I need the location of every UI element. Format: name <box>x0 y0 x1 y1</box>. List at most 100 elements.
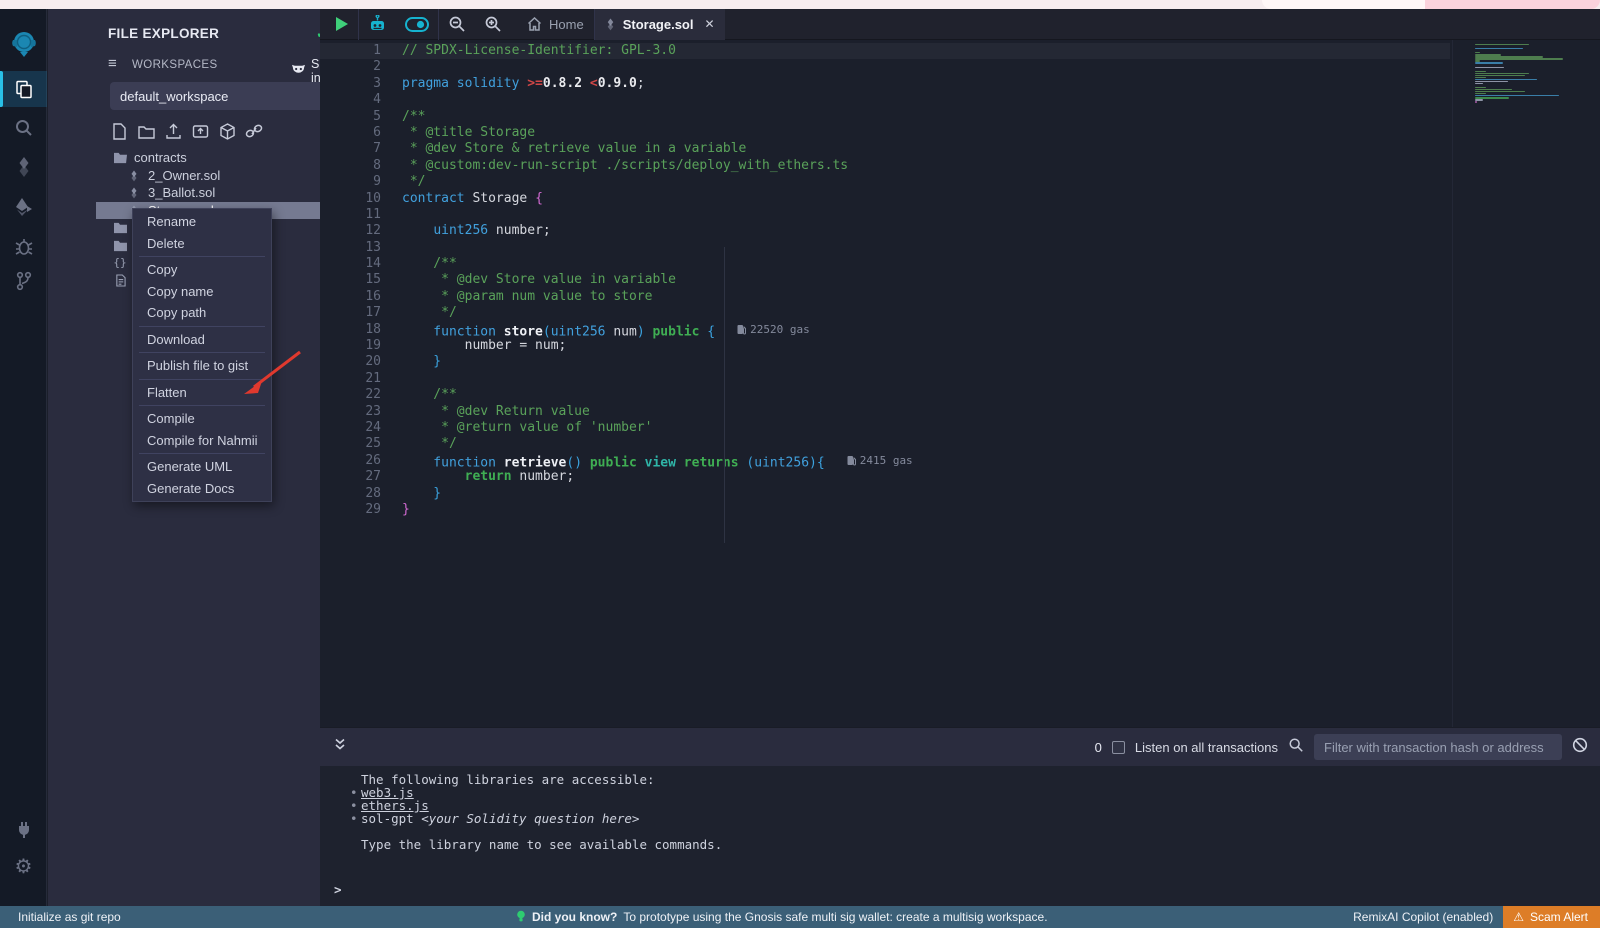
folder-icon <box>112 238 128 252</box>
line-number: 6 <box>320 125 381 141</box>
file-explorer-icon[interactable] <box>0 72 47 106</box>
transaction-filter-input[interactable] <box>1314 734 1562 760</box>
new-folder-icon[interactable] <box>137 121 155 141</box>
git-icon[interactable] <box>0 264 47 298</box>
copilot-toggle-icon[interactable] <box>396 9 438 40</box>
menu-item-delete[interactable]: Delete <box>133 233 271 255</box>
code-line-22: 22 /** <box>320 387 1600 403</box>
line-number: 7 <box>320 141 381 157</box>
new-file-icon[interactable] <box>110 121 128 141</box>
terminal-link-line[interactable]: •web3.js <box>320 786 1600 799</box>
file-icon <box>112 273 128 287</box>
terminal-output[interactable]: The following libraries are accessible:•… <box>320 766 1600 906</box>
home-icon <box>527 17 542 31</box>
file-explorer-toolbar <box>110 121 263 141</box>
ai-assistant-icon[interactable] <box>359 9 396 40</box>
remix-logo-icon[interactable] <box>0 27 47 61</box>
menu-separator <box>139 405 265 406</box>
line-number: 9 <box>320 174 381 190</box>
line-number: 14 <box>320 256 381 272</box>
listen-checkbox[interactable] <box>1112 741 1125 754</box>
line-number: 17 <box>320 305 381 321</box>
gas-estimate-badge: 22520 gas <box>737 322 810 338</box>
browser-pink-badge <box>1425 0 1600 9</box>
minimap[interactable] <box>1475 44 1591 103</box>
status-bar: Initialize as git repo Did you know? To … <box>0 906 1600 928</box>
menu-separator <box>139 326 265 327</box>
code-line-26: 26 function retrieve() public view retur… <box>320 453 1600 469</box>
line-number: 26 <box>320 453 381 469</box>
line-number: 29 <box>320 502 381 518</box>
deploy-run-icon[interactable] <box>0 190 47 224</box>
line-number: 10 <box>320 191 381 207</box>
plugin-manager-icon[interactable] <box>0 812 47 846</box>
code-lines: 1// SPDX-License-Identifier: GPL-3.023pr… <box>320 43 1600 518</box>
menu-item-copy[interactable]: Copy <box>133 259 271 281</box>
solidity-icon <box>126 168 142 182</box>
cube-icon[interactable] <box>218 121 236 141</box>
tab-storage-sol[interactable]: Storage.sol ✕ <box>595 9 725 40</box>
link-icon[interactable] <box>245 121 263 141</box>
line-number: 23 <box>320 404 381 420</box>
line-number: 27 <box>320 469 381 485</box>
line-number: 24 <box>320 420 381 436</box>
scam-alert-button[interactable]: ⚠ Scam Alert <box>1503 906 1600 928</box>
code-line-20: 20 } <box>320 354 1600 370</box>
upload-file-icon[interactable] <box>164 121 182 141</box>
code-line-6: 6 * @title Storage <box>320 125 1600 141</box>
editor-tabbar: Home Storage.sol ✕ <box>320 9 1600 40</box>
code-line-24: 24 * @return value of 'number' <box>320 420 1600 436</box>
lightbulb-icon <box>516 910 526 924</box>
search-icon[interactable] <box>0 111 47 145</box>
menu-item-rename[interactable]: Rename <box>133 211 271 233</box>
folder-open-icon <box>112 151 128 165</box>
terminal-line: •sol-gpt <your Solidity question here> <box>320 812 1600 825</box>
copilot-status[interactable]: RemixAI Copilot (enabled) <box>1353 910 1493 924</box>
terminal-search-icon[interactable] <box>1288 737 1304 758</box>
menu-separator <box>139 379 265 380</box>
gas-estimate-badge: 2415 gas <box>847 453 913 469</box>
code-editor[interactable]: 1// SPDX-License-Identifier: GPL-3.023pr… <box>320 40 1600 727</box>
line-number: 1 <box>320 43 381 59</box>
minimap-divider <box>1452 40 1453 727</box>
clear-console-icon[interactable] <box>1572 737 1588 758</box>
did-you-know-tip: Did you know? To prototype using the Gno… <box>516 910 1048 924</box>
solidity-file-icon <box>605 17 616 31</box>
code-line-28: 28 } <box>320 486 1600 502</box>
settings-gear-icon[interactable]: ⚙ <box>0 849 47 883</box>
menu-item-compile-for-nahmii[interactable]: Compile for Nahmii <box>133 430 271 452</box>
tip-bold: Did you know? <box>532 910 617 924</box>
terminal-collapse-icon[interactable] <box>334 738 346 756</box>
tab-home[interactable]: Home <box>517 9 594 40</box>
debugger-icon[interactable] <box>0 230 47 264</box>
run-script-button[interactable] <box>320 9 358 40</box>
menu-item-compile[interactable]: Compile <box>133 408 271 430</box>
zoom-out-icon[interactable] <box>439 9 475 40</box>
hamburger-icon[interactable]: ≡ <box>108 57 124 71</box>
workspace-selected-value: default_workspace <box>120 89 228 104</box>
activity-bar: ⚙ <box>0 9 47 906</box>
tab-close-icon[interactable]: ✕ <box>704 17 714 31</box>
menu-separator <box>139 352 265 353</box>
workspace-select[interactable]: default_workspace ▲▼ <box>110 82 354 110</box>
line-number: 4 <box>320 92 381 108</box>
code-line-17: 17 */ <box>320 305 1600 321</box>
line-number: 15 <box>320 272 381 288</box>
zoom-in-icon[interactable] <box>475 9 511 40</box>
line-number: 25 <box>320 436 381 452</box>
scam-alert-label: Scam Alert <box>1530 910 1588 924</box>
menu-item-download[interactable]: Download <box>133 329 271 351</box>
menu-item-flatten[interactable]: Flatten <box>133 382 271 404</box>
menu-item-copy-path[interactable]: Copy path <box>133 302 271 324</box>
code-line-16: 16 * @param num value to store <box>320 289 1600 305</box>
solidity-compiler-icon[interactable] <box>0 150 47 184</box>
line-number: 8 <box>320 158 381 174</box>
menu-item-generate-uml[interactable]: Generate UML <box>133 456 271 478</box>
upload-folder-icon[interactable] <box>191 121 209 141</box>
line-number: 20 <box>320 354 381 370</box>
menu-item-copy-name[interactable]: Copy name <box>133 281 271 303</box>
menu-item-publish-file-to-gist[interactable]: Publish file to gist <box>133 355 271 377</box>
git-init-button[interactable]: Initialize as git repo <box>18 910 121 924</box>
menu-item-generate-docs[interactable]: Generate Docs <box>133 478 271 500</box>
terminal-prompt[interactable]: > <box>334 883 342 896</box>
